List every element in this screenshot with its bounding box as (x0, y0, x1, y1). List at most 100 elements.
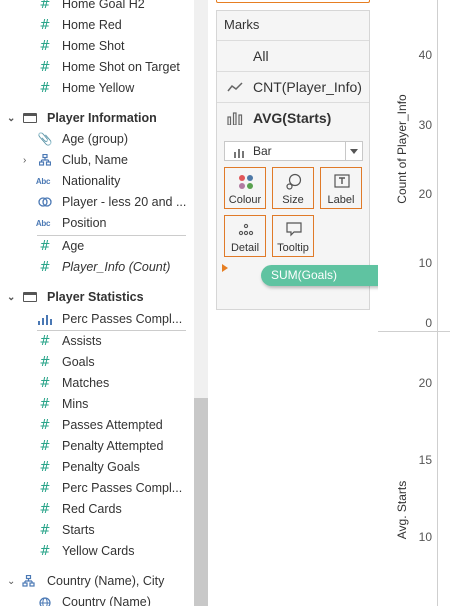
hierarchy-label: Country (Name), City (47, 574, 165, 588)
field-item[interactable]: # Penalty Goals (0, 457, 194, 478)
line-mark-icon (227, 80, 243, 94)
measure-hash-icon: # (39, 355, 51, 370)
folder-icon (23, 292, 37, 302)
bin-bars-icon (37, 309, 53, 332)
measure-hash-icon: # (39, 439, 51, 454)
field-label: Penalty Goals (62, 460, 140, 474)
field-label: Starts (62, 523, 95, 537)
hierarchy-icon (37, 150, 53, 173)
scrollbar-thumb[interactable] (194, 398, 208, 606)
folder-icon (23, 113, 37, 123)
shelf-stub (216, 0, 370, 3)
hierarchy-country[interactable]: ⌄ Country (Name), City (0, 571, 194, 592)
axis-tick-label: 40 (418, 48, 432, 62)
field-item[interactable]: # Mins (0, 394, 194, 415)
axis-area (378, 0, 450, 606)
globe-icon (37, 592, 53, 606)
abc-icon: Abc (35, 219, 51, 228)
measure-hash-icon: # (39, 239, 51, 254)
marks-tab-label: CNT(Player_Info) (253, 79, 362, 95)
field-item[interactable]: Perc Passes Compl... (0, 309, 194, 330)
tooltip-button[interactable]: Tooltip (272, 215, 314, 257)
measure-hash-icon: # (39, 376, 51, 391)
field-label: Home Red (62, 18, 122, 32)
measure-hash-icon: # (39, 481, 51, 496)
field-label: Player_Info (Count) (62, 260, 171, 274)
field-item[interactable]: # Perc Passes Compl... (0, 478, 194, 499)
field-item[interactable]: # Yellow Cards (0, 541, 194, 562)
axis-title-avg-starts[interactable]: Avg. Starts (395, 460, 409, 560)
field-item[interactable]: Abc Position (0, 213, 194, 234)
measure-hash-icon: # (39, 397, 51, 412)
measure-hash-icon: # (39, 81, 51, 96)
measure-hash-icon: # (39, 60, 51, 75)
colour-button[interactable]: Colour (224, 167, 266, 209)
mark-type-dropdown[interactable]: Bar (224, 141, 363, 161)
label-t-icon (333, 173, 351, 191)
field-item[interactable]: Player - less 20 and ... (0, 192, 194, 213)
field-item[interactable]: › Club, Name (0, 150, 194, 171)
button-label: Size (282, 194, 304, 206)
detail-button[interactable]: Detail (224, 215, 266, 257)
field-label: Nationality (62, 174, 121, 188)
measure-hash-icon: # (39, 0, 51, 12)
field-item[interactable]: # Home Shot on Target (0, 57, 194, 78)
bar-mark-icon (234, 147, 246, 158)
drop-indicator-icon (222, 264, 228, 272)
axis-title-count-player-info[interactable]: Count of Player_Info (395, 89, 409, 209)
folder-player-information[interactable]: ⌄ Player Information (0, 108, 194, 129)
field-label: Home Shot (62, 39, 125, 53)
dragged-field-pill[interactable]: SUM(Goals) (261, 265, 396, 286)
field-item[interactable]: # Starts (0, 520, 194, 541)
field-item[interactable]: # Passes Attempted (0, 415, 194, 436)
field-item[interactable]: # Matches (0, 373, 194, 394)
chevron-down-icon[interactable]: ⌄ (7, 571, 15, 592)
chevron-down-icon[interactable]: ⌄ (7, 287, 15, 308)
set-icon (37, 192, 53, 215)
field-item[interactable]: # Penalty Attempted (0, 436, 194, 457)
button-label: Detail (230, 242, 260, 254)
folder-label: Player Statistics (47, 290, 144, 304)
size-icon (285, 173, 303, 191)
marks-tab-avg-starts[interactable]: AVG(Starts) (217, 102, 369, 132)
field-item[interactable]: # Age (0, 236, 194, 257)
measure-hash-icon: # (39, 460, 51, 475)
measure-hash-icon: # (39, 39, 51, 54)
field-item[interactable]: # Home Yellow (0, 78, 194, 99)
chevron-right-icon[interactable]: › (23, 150, 26, 171)
field-label: Home Goal H2 (62, 0, 145, 11)
marks-tab-label: AVG(Starts) (253, 110, 332, 126)
field-item[interactable]: # Home Goal H2 (0, 0, 194, 15)
mark-type-label: Bar (253, 144, 272, 158)
marks-tab-all[interactable]: All (217, 40, 369, 70)
field-item[interactable]: 📎 Age (group) (0, 129, 194, 150)
paperclip-icon: 📎 (37, 132, 53, 146)
field-item[interactable]: Country (Name) (0, 592, 194, 606)
field-label: Red Cards (62, 502, 122, 516)
field-item[interactable]: # Assists (0, 331, 194, 352)
field-item[interactable]: # Goals (0, 352, 194, 373)
size-button[interactable]: Size (272, 167, 314, 209)
field-label: Position (62, 216, 107, 230)
field-item[interactable]: # Home Red (0, 15, 194, 36)
marks-tab-cnt-player-info[interactable]: CNT(Player_Info) (217, 71, 369, 101)
field-item[interactable]: # Home Shot (0, 36, 194, 57)
field-label: Matches (62, 376, 110, 390)
bar-mark-icon (227, 111, 243, 126)
axis-tick-label: 0 (425, 316, 432, 330)
measure-hash-icon: # (39, 18, 51, 33)
chevron-down-icon[interactable]: ⌄ (7, 108, 15, 129)
label-button[interactable]: Label (320, 167, 362, 209)
detail-dots-icon (237, 221, 255, 239)
data-pane: # Home Goal H2 # Home Red # Home Shot # … (0, 0, 194, 606)
measure-hash-icon: # (39, 334, 51, 349)
field-item[interactable]: # Red Cards (0, 499, 194, 520)
field-label: Age (62, 239, 85, 253)
field-label: Penalty Attempted (62, 439, 164, 453)
folder-player-statistics[interactable]: ⌄ Player Statistics (0, 287, 194, 308)
chevron-down-icon[interactable] (345, 142, 362, 160)
field-item[interactable]: Abc Nationality (0, 171, 194, 192)
field-label: Player - less 20 and ... (62, 195, 187, 209)
button-label: Tooltip (277, 242, 309, 254)
field-item[interactable]: # Player_Info (Count) (0, 257, 194, 278)
